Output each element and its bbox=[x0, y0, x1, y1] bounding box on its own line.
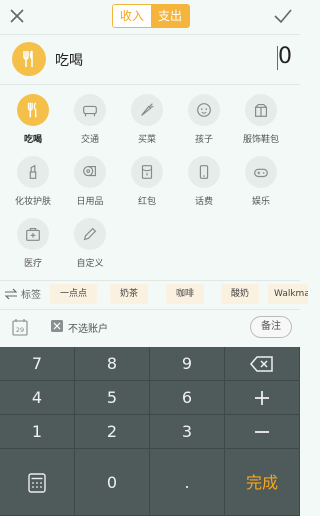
key-8[interactable]: 8 bbox=[75, 347, 150, 381]
sofa-icon bbox=[74, 94, 106, 126]
key-7[interactable]: 7 bbox=[0, 347, 75, 381]
divider bbox=[0, 280, 300, 281]
tag-chip[interactable]: Walkman bbox=[268, 284, 308, 304]
plus-icon bbox=[255, 391, 269, 405]
category-item-kids[interactable]: 孩子 bbox=[175, 94, 233, 150]
category-item-daily-goods[interactable]: 日用品 bbox=[61, 156, 119, 212]
category-label: 日用品 bbox=[76, 197, 104, 207]
account-icon[interactable] bbox=[50, 319, 64, 333]
svg-text:¥: ¥ bbox=[146, 172, 149, 178]
key-decimal[interactable]: . bbox=[150, 449, 225, 516]
selected-category-row: 吃喝 0 bbox=[0, 36, 300, 84]
carrot-icon bbox=[131, 94, 163, 126]
tag-chip[interactable]: 奶茶 bbox=[110, 284, 149, 304]
category-label: 自定义 bbox=[76, 259, 104, 269]
baby-face-icon bbox=[188, 94, 220, 126]
plus-key[interactable] bbox=[225, 381, 300, 415]
key-0[interactable]: 0 bbox=[75, 449, 150, 516]
close-icon[interactable] bbox=[6, 5, 28, 27]
divider bbox=[0, 309, 300, 310]
tag-chip[interactable]: 一点点 bbox=[50, 284, 98, 304]
category-item-clothing[interactable]: 服饰鞋包 bbox=[232, 94, 290, 150]
done-button[interactable]: 完成 bbox=[225, 449, 300, 516]
keypad: 7 8 9 4 5 6 1 2 3 0 . 完成 bbox=[0, 347, 300, 516]
tag-chip[interactable]: 酸奶 bbox=[221, 284, 260, 304]
amount-display: 0 bbox=[278, 44, 292, 69]
category-label: 吃喝 bbox=[23, 135, 42, 145]
category-label: 交通 bbox=[80, 135, 99, 145]
divider bbox=[0, 34, 300, 35]
category-label: 买菜 bbox=[137, 135, 156, 145]
tag-chip[interactable]: 咖啡 bbox=[166, 284, 205, 304]
check-icon[interactable] bbox=[272, 5, 294, 27]
category-label: 话费 bbox=[194, 197, 213, 207]
minus-key[interactable] bbox=[225, 415, 300, 449]
gamepad-icon bbox=[245, 156, 277, 188]
category-item-medical[interactable]: 医疗 bbox=[4, 218, 62, 274]
category-item-custom[interactable]: 自定义 bbox=[61, 218, 119, 274]
tag-row: 标签 一点点 奶茶 咖啡 酸奶 Walkman bbox=[0, 282, 308, 306]
red-envelope-icon: ¥ bbox=[131, 156, 163, 188]
key-2[interactable]: 2 bbox=[75, 415, 150, 449]
category-item-food[interactable]: 吃喝 bbox=[4, 94, 62, 150]
key-6[interactable]: 6 bbox=[150, 381, 225, 415]
key-3[interactable]: 3 bbox=[150, 415, 225, 449]
category-label: 红包 bbox=[137, 197, 156, 207]
key-5[interactable]: 5 bbox=[75, 381, 150, 415]
category-item-entertainment[interactable]: 娱乐 bbox=[232, 156, 290, 212]
category-item-red-packet[interactable]: ¥ 红包 bbox=[118, 156, 176, 212]
key-4[interactable]: 4 bbox=[0, 381, 75, 415]
calculator-icon bbox=[28, 473, 46, 493]
category-item-phone-bill[interactable]: 话费 bbox=[175, 156, 233, 212]
category-label: 化妆护肤 bbox=[14, 197, 51, 207]
phone-icon bbox=[188, 156, 220, 188]
category-item-transport[interactable]: 交通 bbox=[61, 94, 119, 150]
tag-toggle[interactable]: 标签 bbox=[4, 286, 41, 301]
selected-category-name: 吃喝 bbox=[55, 53, 83, 69]
category-label: 医疗 bbox=[23, 259, 42, 269]
category-label: 服饰鞋包 bbox=[242, 135, 279, 145]
category-label: 娱乐 bbox=[251, 197, 270, 207]
lipstick-icon bbox=[17, 156, 49, 188]
backspace-icon bbox=[250, 356, 273, 372]
key-9[interactable]: 9 bbox=[150, 347, 225, 381]
category-label: 孩子 bbox=[194, 135, 213, 145]
tag-lead-label: 标签 bbox=[21, 290, 41, 301]
utensils-icon bbox=[12, 42, 46, 76]
tab-expense[interactable]: 支出 bbox=[151, 5, 189, 27]
minus-icon bbox=[255, 431, 269, 433]
income-expense-toggle: 收入 支出 bbox=[112, 4, 190, 28]
divider bbox=[0, 84, 300, 85]
gift-box-icon bbox=[245, 94, 277, 126]
calendar-icon[interactable]: 29 bbox=[12, 318, 28, 336]
swap-arrows-icon bbox=[4, 288, 18, 299]
tissue-roll-icon bbox=[74, 156, 106, 188]
tab-income[interactable]: 收入 bbox=[113, 5, 151, 27]
calendar-day: 29 bbox=[16, 326, 24, 334]
note-button[interactable]: 备注 bbox=[250, 316, 292, 338]
medical-kit-icon bbox=[17, 218, 49, 250]
account-selector[interactable]: 不选账户 bbox=[68, 320, 108, 335]
backspace-key[interactable] bbox=[225, 347, 300, 381]
calculator-key[interactable] bbox=[0, 449, 75, 516]
category-item-cosmetics[interactable]: 化妆护肤 bbox=[4, 156, 62, 212]
key-1[interactable]: 1 bbox=[0, 415, 75, 449]
date-account-row: 29 不选账户 备注 bbox=[0, 314, 300, 342]
utensils-icon bbox=[17, 94, 49, 126]
pencil-icon bbox=[74, 218, 106, 250]
category-item-groceries[interactable]: 买菜 bbox=[118, 94, 176, 150]
top-bar: 收入 支出 bbox=[0, 0, 300, 34]
